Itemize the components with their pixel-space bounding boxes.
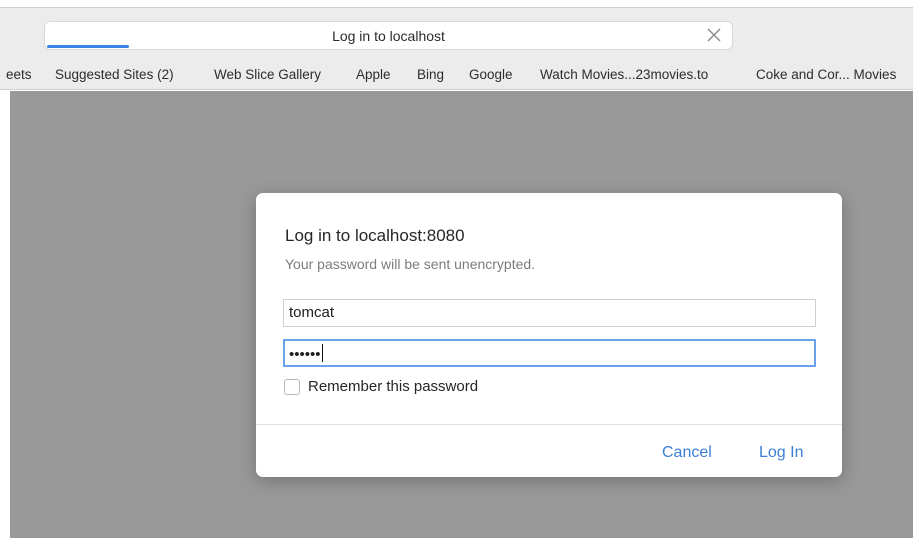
dialog-title: Log in to localhost:8080: [285, 226, 465, 245]
dialog-subtitle: Your password will be sent unencrypted.: [285, 256, 536, 272]
login-button[interactable]: Log In: [759, 444, 803, 462]
load-progress-bar: [47, 45, 129, 48]
toolbar-top-edge: [0, 0, 913, 8]
remember-password-checkbox[interactable]: [284, 379, 300, 395]
bookmark-item[interactable]: Suggested Sites (2): [55, 67, 174, 82]
bookmarks-bar: eets Suggested Sites (2) Web Slice Galle…: [0, 60, 913, 90]
dialog-divider: [256, 424, 842, 425]
cancel-button[interactable]: Cancel: [662, 444, 712, 462]
bookmark-item[interactable]: Watch Movies...23movies.to: [540, 67, 708, 82]
password-field[interactable]: ••••••: [283, 339, 816, 367]
close-icon[interactable]: [706, 27, 722, 43]
password-value: ••••••: [289, 346, 321, 363]
bookmark-item[interactable]: Apple: [356, 67, 391, 82]
bookmark-item[interactable]: Bing: [417, 67, 444, 82]
bookmark-item[interactable]: Coke and Cor... Movies: [756, 67, 896, 82]
bookmark-item[interactable]: Google: [469, 67, 513, 82]
username-field[interactable]: tomcat: [283, 299, 816, 327]
address-bar[interactable]: Log in to localhost: [44, 21, 733, 50]
text-caret: [321, 344, 323, 362]
bookmark-item[interactable]: eets: [6, 67, 32, 82]
page-title: Log in to localhost: [332, 28, 445, 44]
username-value: tomcat: [289, 304, 335, 321]
browser-toolbar: Log in to localhost eets Suggested Sites…: [0, 0, 913, 90]
window-gutter: [0, 91, 10, 538]
remember-password-label: Remember this password: [308, 378, 479, 395]
login-dialog: Log in to localhost:8080 Your password w…: [256, 193, 842, 477]
browser-window: Log in to localhost eets Suggested Sites…: [0, 0, 913, 538]
bookmark-item[interactable]: Web Slice Gallery: [214, 67, 321, 82]
